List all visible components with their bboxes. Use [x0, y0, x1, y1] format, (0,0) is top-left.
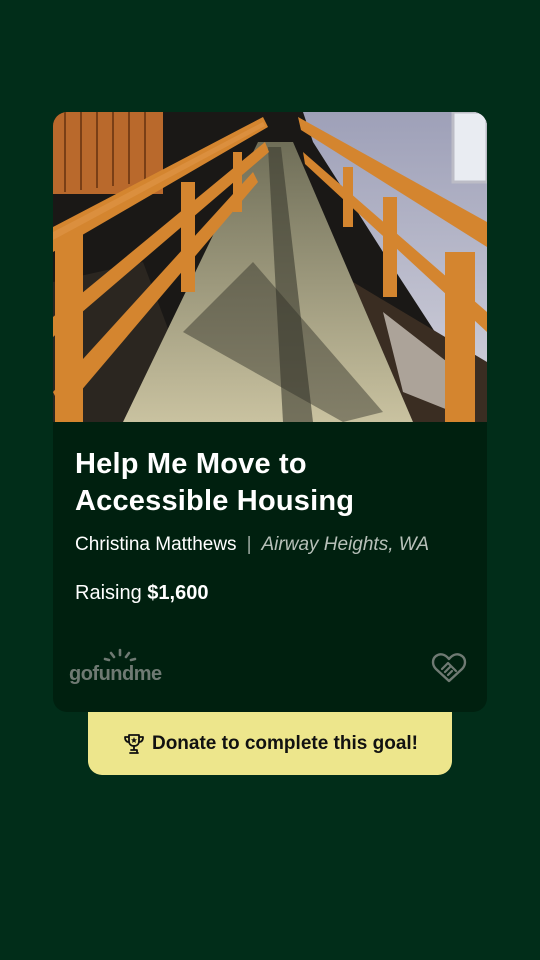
- card-footer: gofundme: [53, 644, 487, 694]
- organizer-name: Christina Matthews: [75, 534, 237, 555]
- raising-amount: $1,600: [147, 582, 209, 604]
- raising-label: Raising: [75, 582, 142, 604]
- campaign-byline: Christina Matthews | Airway Heights, WA: [75, 534, 465, 556]
- gofundme-wordmark: gofundme: [69, 663, 162, 685]
- byline-separator: |: [246, 534, 252, 555]
- card-body: Help Me Move to Accessible Housing Chris…: [53, 446, 487, 605]
- campaign-location: Airway Heights, WA: [261, 534, 430, 555]
- gofundme-sunrise-icon: [103, 648, 137, 662]
- ramp-photo-illustration: [53, 112, 487, 422]
- donate-cta-label: Donate to complete this goal!: [151, 732, 419, 754]
- raising-goal: Raising $1,600: [75, 582, 465, 605]
- heart-handshake-icon[interactable]: [431, 652, 467, 684]
- gofundme-logo: gofundme: [69, 648, 179, 688]
- fundraiser-card[interactable]: Help Me Move to Accessible Housing Chris…: [53, 112, 487, 712]
- campaign-title[interactable]: Help Me Move to Accessible Housing: [75, 446, 465, 520]
- page: Help Me Move to Accessible Housing Chris…: [0, 0, 540, 960]
- donate-cta-button[interactable]: Donate to complete this goal!: [88, 712, 452, 775]
- trophy-icon: [124, 733, 144, 754]
- campaign-photo: [53, 112, 487, 422]
